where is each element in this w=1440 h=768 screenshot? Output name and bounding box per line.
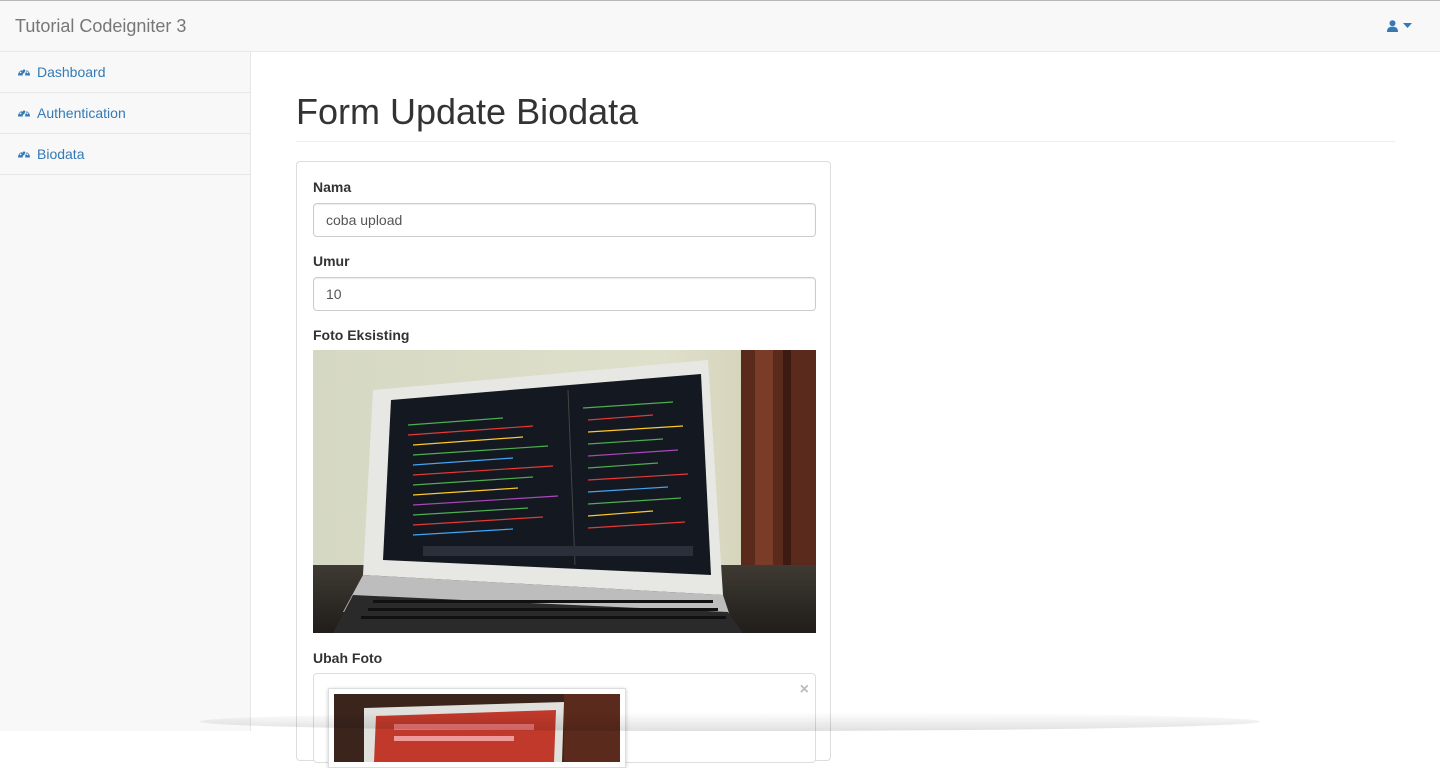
nama-input[interactable] [313,203,816,237]
photo-upload-dropzone[interactable]: × [313,673,816,768]
sidebar-item-dashboard[interactable]: Dashboard [0,52,250,93]
sidebar: Dashboard Authentication Biodata [0,52,251,731]
caret-down-icon [1403,23,1412,29]
dashboard-icon [17,147,31,161]
existing-photo [313,350,816,633]
app-brand[interactable]: Tutorial Codeigniter 3 [15,17,186,35]
top-navbar: Tutorial Codeigniter 3 [0,0,1440,52]
sidebar-item-authentication[interactable]: Authentication [0,93,250,134]
page-title: Form Update Biodata [296,91,639,132]
foto-eksisting-label: Foto Eksisting [313,327,410,343]
ubah-foto-label: Ubah Foto [313,650,383,666]
umur-input[interactable] [313,277,816,311]
user-icon [1387,20,1398,32]
sidebar-item-label: Dashboard [37,64,106,80]
dashboard-icon [17,65,31,79]
user-menu-toggle[interactable] [1387,20,1412,32]
nama-label: Nama [313,179,352,195]
sidebar-item-biodata[interactable]: Biodata [0,134,250,175]
page-header: Form Update Biodata [296,92,1395,142]
close-icon[interactable]: × [800,682,809,698]
dashboard-icon [17,106,31,120]
upload-preview-thumbnail [328,688,626,768]
sidebar-item-label: Authentication [37,105,126,121]
biodata-form-panel: Nama Umur Foto Eksisting [296,161,831,768]
umur-label: Umur [313,253,350,269]
sidebar-item-label: Biodata [37,146,85,162]
